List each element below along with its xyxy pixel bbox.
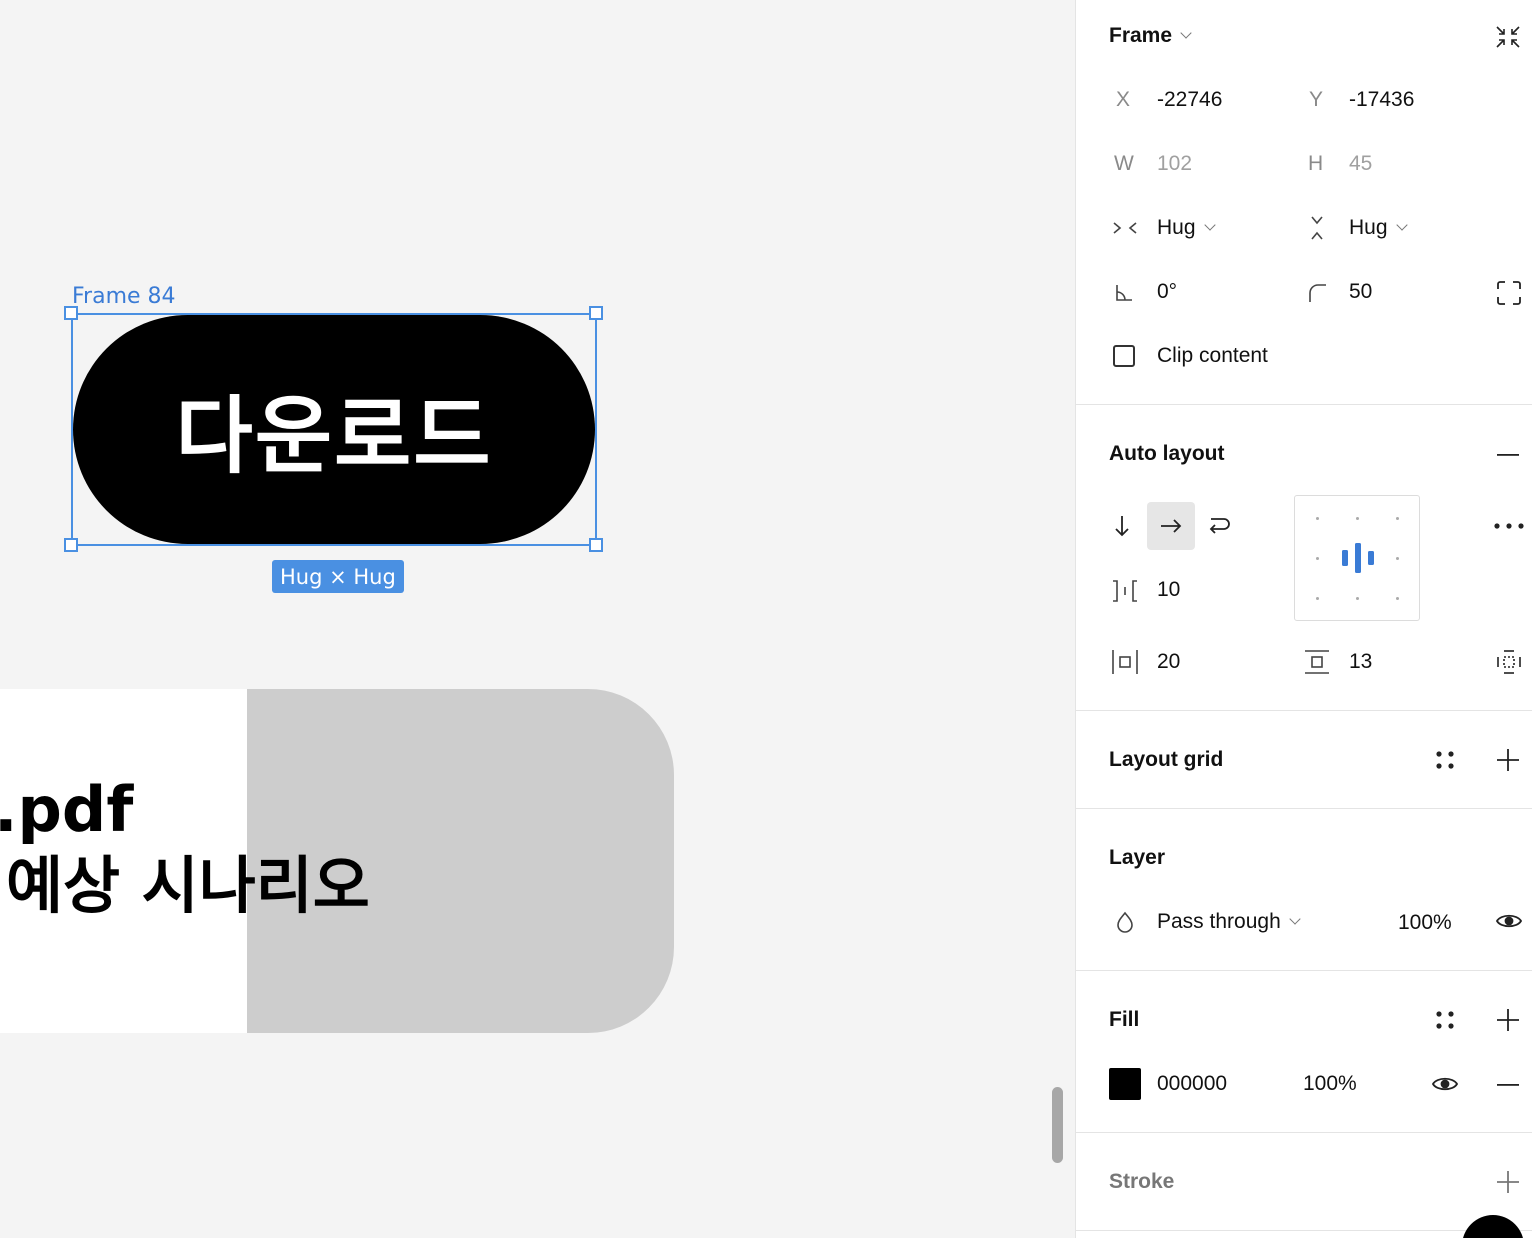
- fill-hex-input[interactable]: 000000: [1157, 1072, 1227, 1096]
- align-dot[interactable]: [1396, 597, 1399, 600]
- w-label: W: [1114, 152, 1134, 175]
- section-divider: [1076, 1132, 1532, 1133]
- resize-handle-bottom-right[interactable]: [589, 538, 603, 552]
- minus-icon[interactable]: [1497, 453, 1521, 457]
- layer-opacity-input[interactable]: 100%: [1398, 911, 1452, 935]
- horizontal-padding-input[interactable]: 20: [1157, 650, 1180, 674]
- collapse-icon[interactable]: [1494, 24, 1522, 50]
- size-badge: Hug × Hug: [272, 560, 404, 593]
- chevron-down-icon: [1203, 219, 1216, 231]
- fill-color-swatch[interactable]: [1109, 1068, 1141, 1100]
- blend-icon: [1116, 911, 1134, 933]
- resize-handle-top-left[interactable]: [64, 306, 78, 320]
- frame-title: Frame: [1109, 24, 1173, 47]
- align-dot[interactable]: [1316, 517, 1319, 520]
- chevron-down-icon: [1289, 913, 1301, 925]
- horizontal-resizing-dropdown[interactable]: Hug: [1157, 216, 1216, 240]
- rotation-input[interactable]: 0°: [1157, 280, 1177, 304]
- minus-icon[interactable]: [1497, 1083, 1521, 1087]
- plus-icon[interactable]: [1496, 1170, 1520, 1194]
- canvas-scrollbar[interactable]: [1052, 1087, 1063, 1163]
- align-dot[interactable]: [1396, 557, 1399, 560]
- styles-icon[interactable]: [1435, 1010, 1455, 1030]
- help-icon[interactable]: [1462, 1215, 1524, 1238]
- layout-grid-title: Layout grid: [1109, 748, 1224, 771]
- alignment-grid[interactable]: [1294, 495, 1420, 621]
- align-center-icon: [1341, 542, 1375, 574]
- fill-title: Fill: [1109, 1008, 1140, 1031]
- section-divider: [1076, 404, 1532, 405]
- align-dot[interactable]: [1356, 597, 1359, 600]
- blend-mode-value: Pass through: [1157, 910, 1281, 933]
- clip-content-label: Clip content: [1157, 344, 1268, 367]
- horizontal-padding-icon: [1111, 649, 1139, 675]
- eye-icon[interactable]: [1495, 911, 1523, 931]
- properties-panel: Frame X -22746 Y -17436 W 102 H 45 Hug H…: [1075, 0, 1532, 1238]
- y-label: Y: [1309, 88, 1324, 111]
- vertical-resizing-value: Hug: [1349, 216, 1388, 239]
- fill-opacity-input[interactable]: 100%: [1303, 1072, 1357, 1096]
- plus-icon[interactable]: [1496, 748, 1520, 772]
- section-divider: [1076, 1230, 1532, 1231]
- spacing-input[interactable]: 10: [1157, 578, 1180, 602]
- section-divider: [1076, 970, 1532, 971]
- section-divider: [1076, 710, 1532, 711]
- vertical-padding-input[interactable]: 13: [1349, 650, 1372, 674]
- frame-name-label[interactable]: Frame 84: [72, 284, 176, 309]
- frame-section-header[interactable]: Frame: [1109, 24, 1192, 48]
- styles-icon[interactable]: [1435, 750, 1455, 770]
- section-divider: [1076, 808, 1532, 809]
- corner-radius-input[interactable]: 50: [1349, 280, 1372, 304]
- horizontal-resize-icon: [1112, 219, 1138, 237]
- align-dot[interactable]: [1316, 597, 1319, 600]
- x-label: X: [1116, 88, 1131, 111]
- wrap-icon[interactable]: [1207, 514, 1231, 536]
- clip-content-checkbox[interactable]: [1113, 345, 1135, 367]
- corner-radius-icon: [1307, 283, 1327, 303]
- vertical-resizing-dropdown[interactable]: Hug: [1349, 216, 1408, 240]
- y-input[interactable]: -17436: [1349, 88, 1414, 112]
- chevron-down-icon: [1180, 27, 1192, 39]
- more-icon[interactable]: [1493, 522, 1525, 530]
- resize-handle-top-right[interactable]: [589, 306, 603, 320]
- plus-icon[interactable]: [1496, 1008, 1520, 1032]
- independent-corners-icon[interactable]: [1496, 280, 1522, 306]
- h-input[interactable]: 45: [1349, 152, 1372, 176]
- card-line-1: .pdf: [0, 773, 134, 846]
- vertical-padding-icon: [1304, 649, 1330, 675]
- arrow-right-icon: [1159, 517, 1183, 535]
- arrow-down-icon[interactable]: [1113, 514, 1131, 538]
- auto-layout-title: Auto layout: [1109, 442, 1225, 465]
- layer-title: Layer: [1109, 846, 1166, 869]
- vertical-resize-icon: [1308, 215, 1326, 241]
- blend-mode-dropdown[interactable]: Pass through: [1157, 910, 1301, 934]
- align-dot[interactable]: [1396, 517, 1399, 520]
- card-text[interactable]: .pdf 예상 시나리오: [0, 772, 370, 923]
- chevron-down-icon: [1395, 219, 1408, 231]
- card-line-2: 예상 시나리오: [6, 848, 370, 922]
- x-input[interactable]: -22746: [1157, 88, 1222, 112]
- individual-padding-icon[interactable]: [1496, 649, 1522, 675]
- align-dot[interactable]: [1356, 517, 1359, 520]
- resize-handle-bottom-left[interactable]: [64, 538, 78, 552]
- rotation-icon: [1114, 283, 1134, 303]
- align-dot[interactable]: [1316, 557, 1319, 560]
- h-label: H: [1308, 152, 1324, 175]
- spacing-icon: [1111, 579, 1139, 603]
- canvas[interactable]: Frame 84 다운로드 Hug × Hug .pdf 예상 시나리오: [0, 0, 1075, 1238]
- selection-outline: [71, 313, 597, 546]
- eye-icon[interactable]: [1431, 1074, 1459, 1094]
- w-input[interactable]: 102: [1157, 152, 1192, 176]
- stroke-title: Stroke: [1109, 1170, 1175, 1193]
- horizontal-resizing-value: Hug: [1157, 216, 1196, 239]
